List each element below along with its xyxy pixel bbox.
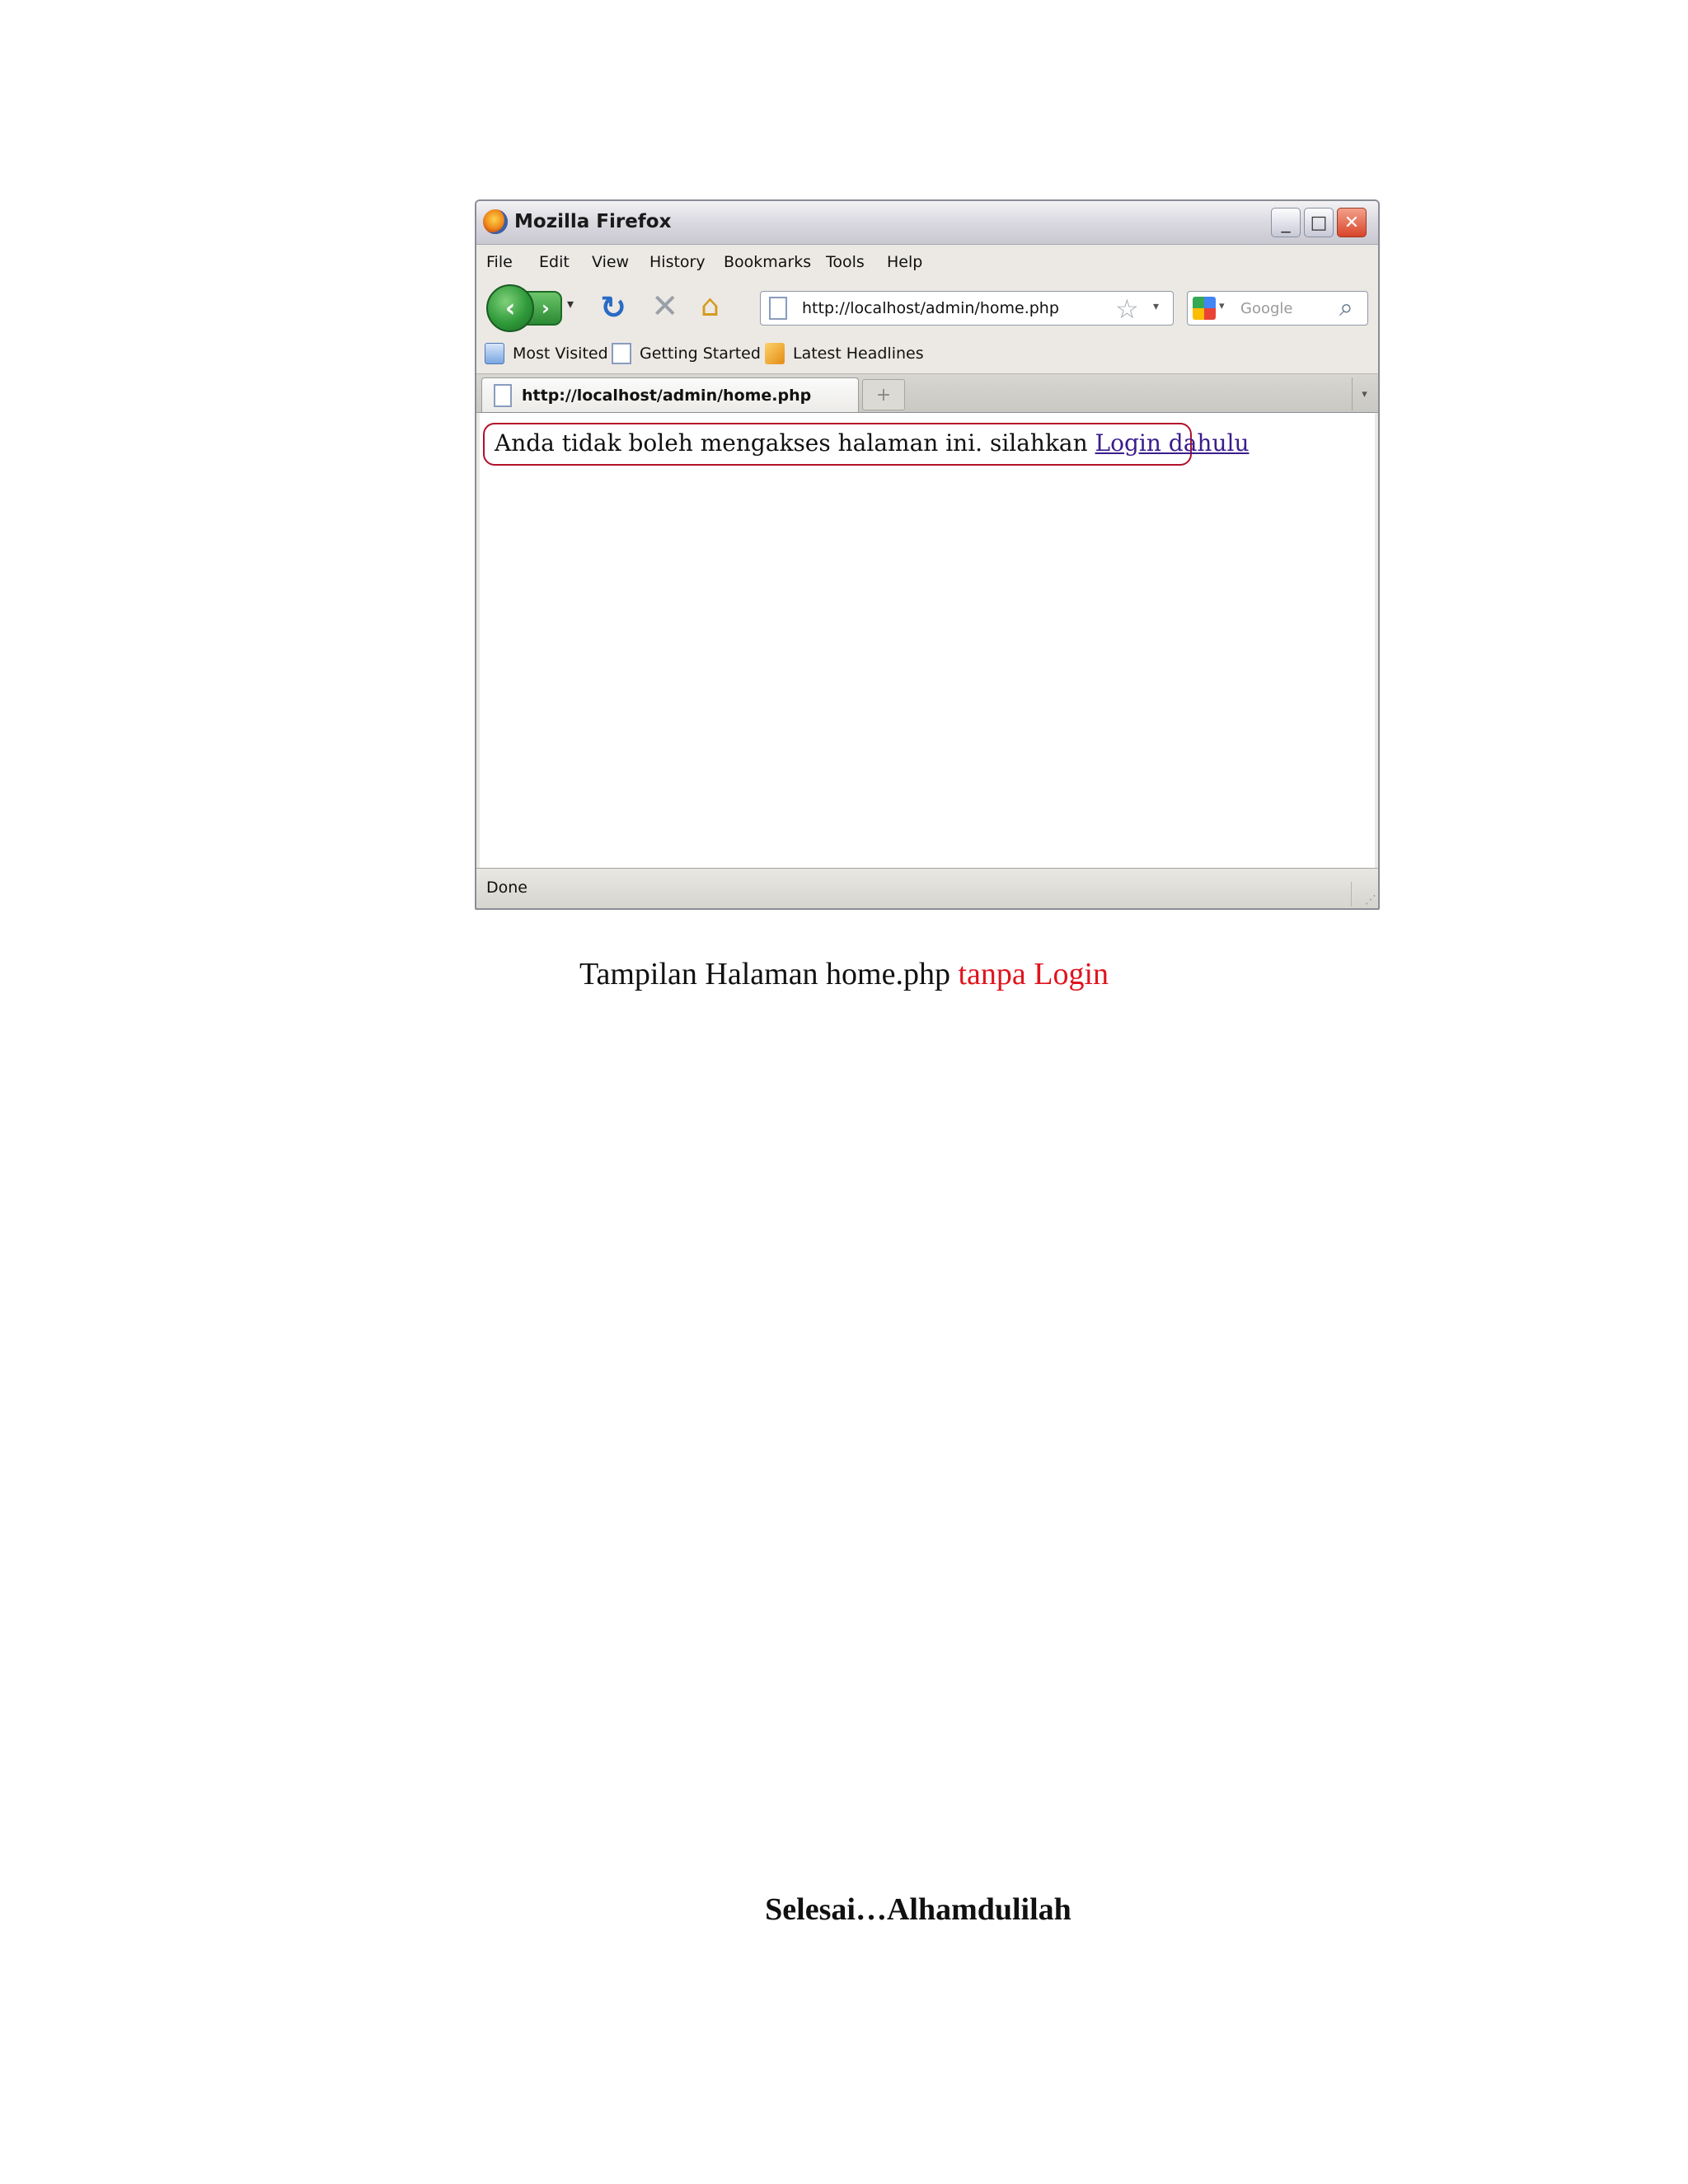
menu-help[interactable]: Help [887, 253, 922, 271]
figure-caption: Tampilan Halaman home.php tanpa Login [0, 956, 1688, 992]
bookmark-most-visited[interactable]: Most Visited [485, 343, 608, 364]
bookmark-label: Latest Headlines [793, 344, 924, 363]
login-link[interactable]: Login dahulu [1095, 429, 1250, 457]
tab-active[interactable]: http://localhost/admin/home.php [481, 377, 859, 412]
star-icon[interactable]: ☆ [1115, 293, 1139, 325]
search-bar[interactable]: ▾ Google ⌕ [1187, 291, 1368, 326]
bookmarks-toolbar: Most Visited Getting Started Latest Head… [476, 335, 1378, 373]
bookmark-latest-headlines[interactable]: Latest Headlines [765, 343, 924, 364]
caption-text: Tampilan Halaman home.php [579, 957, 959, 991]
maximize-icon[interactable]: □ [1304, 208, 1334, 237]
url-bar[interactable]: http://localhost/admin/home.php ☆ ▾ [760, 291, 1174, 326]
menu-view[interactable]: View [592, 253, 629, 271]
history-dropdown-icon[interactable]: ▾ [567, 296, 574, 312]
menu-edit[interactable]: Edit [539, 253, 570, 271]
bookmark-getting-started[interactable]: Getting Started [612, 343, 761, 364]
close-icon[interactable]: ✕ [1337, 208, 1367, 237]
page-icon [769, 297, 787, 320]
window-title: Mozilla Firefox [514, 211, 672, 232]
bookmark-label: Getting Started [640, 344, 761, 363]
stop-icon[interactable]: ✕ [651, 288, 679, 326]
browser-window: Mozilla Firefox _ □ ✕ File Edit View His… [475, 199, 1380, 910]
menu-bookmarks[interactable]: Bookmarks [724, 253, 811, 271]
status-bar: Done ⋰ [476, 868, 1378, 908]
search-input[interactable]: Google [1240, 300, 1292, 317]
page-icon [494, 384, 512, 407]
reload-icon[interactable]: ↻ [600, 289, 626, 326]
access-denied-notice: Anda tidak boleh mengakses halaman ini. … [483, 423, 1249, 466]
firefox-logo-icon [483, 209, 508, 234]
tab-list-dropdown-icon[interactable]: ▾ [1352, 377, 1376, 410]
page-icon [612, 343, 631, 364]
resize-grip-icon[interactable]: ⋰ [1351, 882, 1376, 907]
navigation-toolbar: › ‹ ▾ ↻ ✕ ⌂ http://localhost/admin/home.… [476, 279, 1378, 335]
bookmark-folder-icon [485, 343, 504, 364]
magnifier-icon[interactable]: ⌕ [1339, 293, 1353, 322]
back-arrow-icon[interactable]: ‹ [486, 284, 534, 332]
menu-file[interactable]: File [486, 253, 513, 271]
rss-icon [765, 343, 785, 364]
menu-history[interactable]: History [649, 253, 706, 271]
minimize-icon[interactable]: _ [1271, 208, 1301, 237]
menu-tools[interactable]: Tools [826, 253, 865, 271]
google-icon[interactable] [1193, 297, 1216, 320]
search-engine-dropdown-icon[interactable]: ▾ [1219, 300, 1225, 312]
url-dropdown-icon[interactable]: ▾ [1153, 300, 1159, 313]
notice-text: Anda tidak boleh mengakses halaman ini. … [495, 429, 1095, 457]
new-tab-icon[interactable]: + [862, 379, 905, 410]
closing-text: Selesai…Alhamdulilah [765, 1892, 1071, 1927]
menu-bar: File Edit View History Bookmarks Tools H… [476, 245, 1378, 279]
url-value[interactable]: http://localhost/admin/home.php [802, 299, 1059, 317]
caption-highlight: tanpa Login [958, 957, 1109, 991]
title-bar: Mozilla Firefox _ □ ✕ [476, 201, 1378, 245]
tab-label: http://localhost/admin/home.php [522, 387, 812, 405]
page-content: Anda tidak boleh mengakses halaman ini. … [480, 412, 1375, 868]
home-icon[interactable]: ⌂ [701, 289, 720, 323]
tab-strip: http://localhost/admin/home.php + ▾ [476, 373, 1378, 413]
status-text: Done [486, 879, 528, 897]
bookmark-label: Most Visited [513, 344, 608, 363]
